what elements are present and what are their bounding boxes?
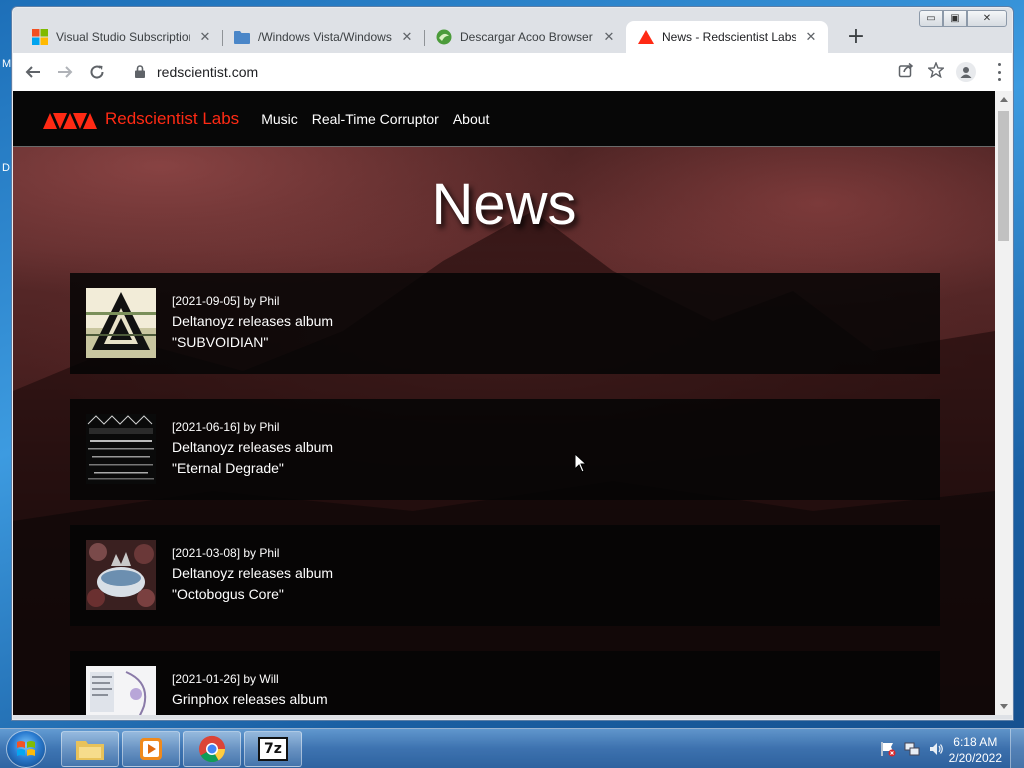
windows-logo-icon	[17, 741, 35, 756]
desktop-icon-label-fragment: M	[2, 58, 12, 70]
taskbar-chrome-button[interactable]	[183, 731, 241, 767]
network-icon[interactable]	[904, 741, 920, 761]
album-cover-thumbnail[interactable]	[86, 288, 156, 358]
news-title[interactable]: Deltanoyz releases album "SUBVOIDIAN"	[172, 311, 342, 353]
news-text: [2021-09-05] by Phil Deltanoyz releases …	[172, 288, 342, 353]
action-center-flag-icon[interactable]	[880, 741, 896, 761]
album-cover-thumbnail[interactable]	[86, 414, 156, 484]
site-header: Redscientist Labs Music Real-Time Corrup…	[13, 91, 995, 147]
media-player-icon	[140, 738, 162, 760]
tab-title: Descargar Acoo Browser gratis	[460, 30, 594, 44]
news-meta: [2021-03-08] by Phil	[172, 546, 280, 560]
page-scrollbar[interactable]	[995, 91, 1012, 715]
close-window-button[interactable]: ✕	[967, 10, 1007, 27]
7zip-icon: 7z	[258, 737, 288, 761]
start-button[interactable]	[6, 730, 46, 768]
window-controls: ▭ ▣ ✕	[919, 10, 1007, 27]
redscientist-triangle-icon	[638, 29, 654, 45]
system-tray	[880, 741, 944, 761]
scroll-down-arrow-icon[interactable]	[995, 698, 1012, 715]
news-meta: [2021-06-16] by Phil	[172, 420, 280, 434]
tab-redscientist-news[interactable]: News - Redscientist Labs ✕	[626, 21, 828, 53]
tab-strip: Visual Studio Subscriptions ✕ /Windows V…	[20, 21, 828, 53]
site-logo[interactable]: Redscientist Labs	[43, 109, 239, 129]
redscientist-logo-icon	[43, 112, 97, 129]
tab-title: Visual Studio Subscriptions	[56, 30, 190, 44]
news-list: [2021-09-05] by Phil Deltanoyz releases …	[70, 273, 940, 715]
chrome-window: ▭ ▣ ✕ Visual Studio Subscriptions ✕ /Win…	[11, 6, 1014, 721]
url-text[interactable]: redscientist.com	[157, 64, 258, 80]
tab-title: /Windows Vista/Windows 7	[258, 30, 392, 44]
reload-icon[interactable]	[83, 58, 111, 86]
7zip-icon-label: 7z	[264, 741, 282, 757]
acoo-browser-icon	[436, 29, 452, 45]
address-bar[interactable]: redscientist.com	[125, 57, 970, 87]
news-item[interactable]: [2021-09-05] by Phil Deltanoyz releases …	[70, 273, 940, 374]
taskbar-media-player-button[interactable]	[122, 731, 180, 767]
volume-icon[interactable]	[928, 741, 944, 761]
menu-kebab-icon[interactable]	[996, 63, 1002, 81]
tab-close-icon[interactable]: ✕	[804, 29, 818, 45]
clock-time: 6:18 AM	[953, 735, 998, 749]
folder-icon	[76, 741, 104, 760]
lock-icon[interactable]	[135, 63, 145, 82]
forward-icon[interactable]	[51, 58, 79, 86]
news-item[interactable]: [2021-01-26] by Will Grinphox releases a…	[70, 651, 940, 715]
site-nav: Music Real-Time Corruptor About	[261, 111, 489, 127]
share-icon[interactable]	[898, 62, 914, 82]
tab-title: News - Redscientist Labs	[662, 30, 796, 44]
tab-visual-studio[interactable]: Visual Studio Subscriptions ✕	[20, 21, 222, 53]
back-icon[interactable]	[19, 58, 47, 86]
bookmark-star-icon[interactable]	[926, 61, 946, 82]
taskbar-clock[interactable]: 6:18 AM 2/20/2022	[949, 734, 1002, 766]
news-text: [2021-03-08] by Phil Deltanoyz releases …	[172, 540, 342, 605]
page-title: News	[431, 172, 577, 237]
nav-about[interactable]: About	[453, 111, 490, 127]
browser-toolbar: redscientist.com	[13, 53, 1012, 91]
mouse-cursor-icon	[574, 452, 588, 477]
news-item[interactable]: [2021-06-16] by Phil Deltanoyz releases …	[70, 399, 940, 500]
desktop-icon-label-fragment: D	[2, 162, 10, 174]
news-text: [2021-01-26] by Will Grinphox releases a…	[172, 666, 342, 715]
news-title[interactable]: Deltanoyz releases album "Eternal Degrad…	[172, 437, 342, 479]
folder-icon	[234, 29, 250, 45]
taskbar: 7z 6:18 AM 2/20/2022	[0, 728, 1024, 768]
maximize-button[interactable]: ▣	[943, 10, 967, 27]
album-cover-thumbnail[interactable]	[86, 666, 156, 715]
news-meta: [2021-09-05] by Phil	[172, 294, 280, 308]
taskbar-explorer-button[interactable]	[61, 731, 119, 767]
brand-name: Redscientist Labs	[105, 108, 240, 128]
clock-date: 2/20/2022	[948, 751, 1002, 765]
tab-close-icon[interactable]: ✕	[400, 29, 414, 45]
news-title[interactable]: Deltanoyz releases album "Octobogus Core…	[172, 563, 342, 605]
chrome-icon	[199, 735, 226, 763]
tab-windows-vista[interactable]: /Windows Vista/Windows 7 ✕	[222, 21, 424, 53]
scroll-up-arrow-icon[interactable]	[995, 91, 1012, 108]
minimize-button[interactable]: ▭	[919, 10, 943, 27]
tab-close-icon[interactable]: ✕	[602, 29, 616, 45]
taskbar-7zip-button[interactable]: 7z	[244, 731, 302, 767]
scrollbar-thumb[interactable]	[998, 111, 1009, 241]
page-viewport: Redscientist Labs Music Real-Time Corrup…	[13, 91, 995, 715]
show-desktop-button[interactable]	[1010, 729, 1024, 768]
nav-real-time-corruptor[interactable]: Real-Time Corruptor	[312, 111, 439, 127]
profile-avatar-icon[interactable]	[956, 62, 976, 82]
news-title[interactable]: Grinphox releases album "Segfault"	[172, 689, 342, 715]
new-tab-button[interactable]: +	[844, 25, 868, 49]
tab-acoo-browser[interactable]: Descargar Acoo Browser gratis ✕	[424, 21, 626, 53]
album-cover-thumbnail[interactable]	[86, 540, 156, 610]
nav-music[interactable]: Music	[261, 111, 298, 127]
news-item[interactable]: [2021-03-08] by Phil Deltanoyz releases …	[70, 525, 940, 626]
news-meta: [2021-01-26] by Will	[172, 672, 279, 686]
tab-close-icon[interactable]: ✕	[198, 29, 212, 45]
microsoft-logo-icon	[32, 29, 48, 45]
news-text: [2021-06-16] by Phil Deltanoyz releases …	[172, 414, 342, 479]
